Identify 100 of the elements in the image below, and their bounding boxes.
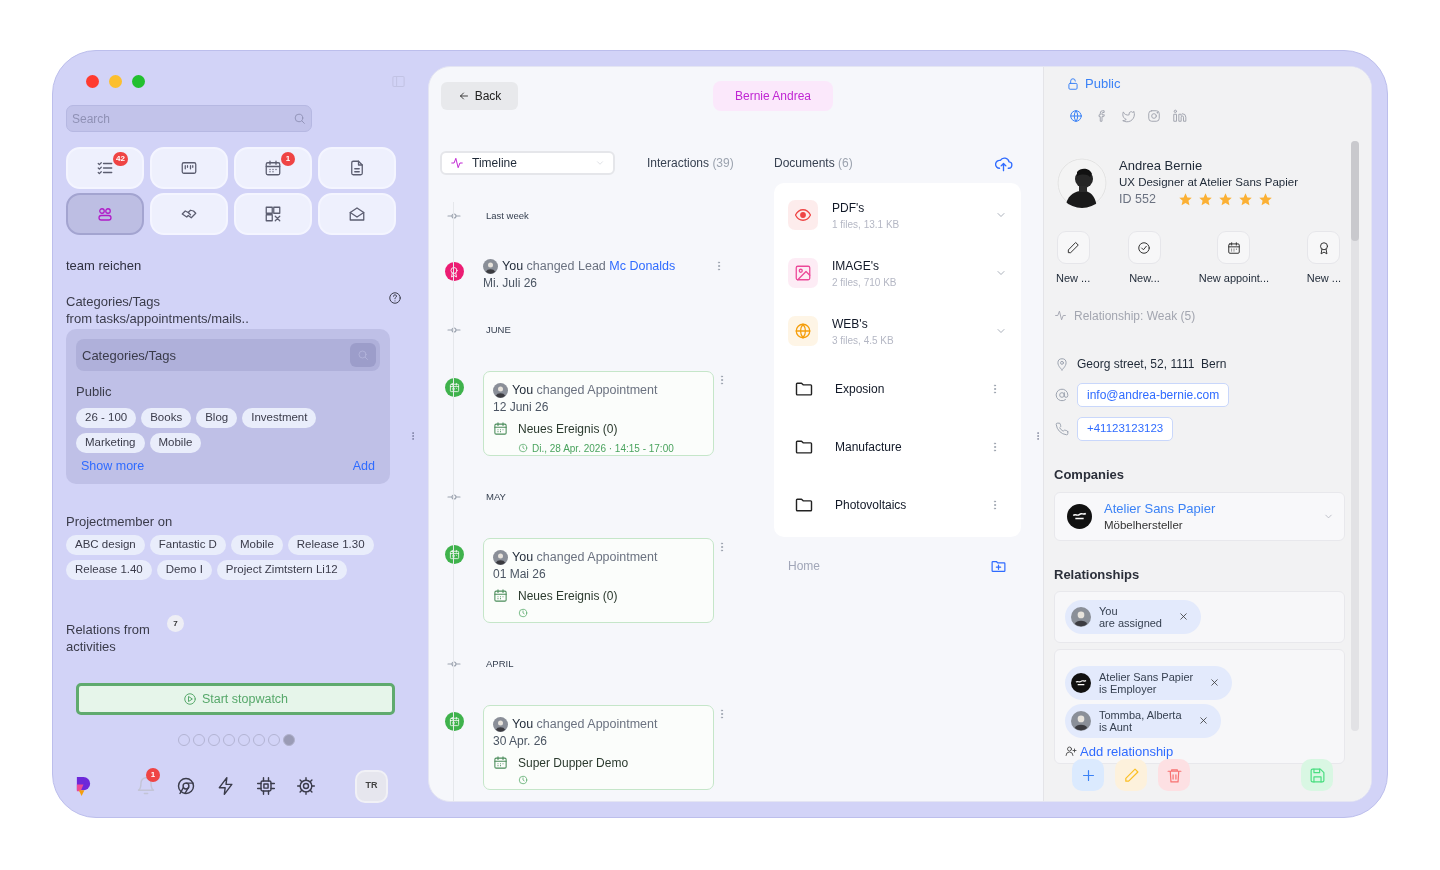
lead-link[interactable]: Mc Donalds <box>609 259 676 273</box>
interactions-tab[interactable]: Interactions (39) <box>647 154 734 172</box>
nav-button[interactable]: 42 <box>66 147 144 189</box>
folder-icon <box>794 495 814 515</box>
back-button[interactable]: Back <box>441 82 518 110</box>
twitter-icon[interactable] <box>1121 109 1135 123</box>
minimize-window-button[interactable] <box>109 74 122 88</box>
file-group-name[interactable]: WEB's <box>832 314 995 333</box>
tag-chip[interactable]: Blog <box>196 407 238 428</box>
activity-icon <box>450 156 464 170</box>
chip-icon[interactable] <box>256 776 276 796</box>
linkedin-icon[interactable] <box>1173 109 1187 123</box>
scrollbar[interactable] <box>1351 141 1359 731</box>
browser-icon[interactable] <box>176 776 196 796</box>
folder-icon <box>794 379 814 399</box>
help-icon[interactable] <box>388 291 402 305</box>
tag-chip[interactable]: 26 - 100 <box>76 407 137 428</box>
timeline-date: 01 Mai 26 <box>493 566 547 581</box>
save-icon <box>1308 766 1326 784</box>
phone-link[interactable]: +41123123123 <box>1077 416 1174 441</box>
instagram-icon[interactable] <box>1147 109 1161 123</box>
avatar-icon <box>493 382 508 398</box>
close-icon[interactable] <box>1209 677 1221 688</box>
email-link[interactable]: info@andrea-bernie.com <box>1077 382 1230 407</box>
file-group-name[interactable]: IMAGE's <box>832 256 995 275</box>
company-type: Möbelhersteller <box>1104 517 1184 533</box>
tag-chip[interactable]: Mobile <box>149 432 202 453</box>
quick-action-label: New ... <box>1306 271 1341 286</box>
event-title: Super Dupper Demo <box>518 754 629 772</box>
activity-icon <box>1054 309 1067 322</box>
event-title: Neues Ereignis (0) <box>518 420 619 438</box>
timeline-select[interactable]: Timeline <box>440 151 615 175</box>
file-group-meta: 1 files, 13.1 KB <box>832 217 901 232</box>
board-icon <box>180 159 198 177</box>
company-name[interactable]: Atelier Sans Papier <box>1104 500 1323 517</box>
relationship-chip[interactable]: You are assigned <box>1065 599 1201 634</box>
address-text: Georg street, 52, 1111 Bern <box>1077 355 1227 373</box>
quick-action-button[interactable] <box>1307 231 1341 264</box>
quick-action-button[interactable] <box>1127 231 1161 264</box>
relationship-chip[interactable]: Tommba, Alberta is Aunt <box>1065 703 1221 738</box>
project-chip[interactable]: Release 1.40 <box>66 560 152 580</box>
folder-name[interactable]: Photovoltaics <box>835 496 989 514</box>
logo-icon <box>1067 504 1092 529</box>
relationship-strength: Relationship: Weak (5) <box>1074 307 1196 325</box>
close-icon[interactable] <box>1197 715 1209 726</box>
close-window-button[interactable] <box>86 74 99 88</box>
company-card[interactable]: Atelier Sans Papier Möbelhersteller <box>1054 492 1345 541</box>
delete-button[interactable] <box>1158 759 1190 791</box>
edit-button[interactable] <box>1115 759 1147 791</box>
project-chip[interactable]: ABC design <box>66 535 145 555</box>
folder-name[interactable]: Manufacture <box>835 438 989 456</box>
project-chip[interactable]: Release 1.30 <box>287 535 374 555</box>
tag-search-field[interactable]: Categories/Tags <box>76 339 380 371</box>
project-chip[interactable]: Project Zimtstern Li12 <box>216 560 347 580</box>
bell-icon[interactable] <box>136 776 156 796</box>
calendar-icon <box>264 159 282 177</box>
calendar-icon <box>493 420 508 436</box>
folder-name[interactable]: Exposion <box>835 380 989 398</box>
maximize-window-button[interactable] <box>132 74 145 88</box>
quick-action-button[interactable] <box>1217 231 1251 264</box>
documents-title: Documents (6) <box>774 155 854 172</box>
star-icon <box>1177 192 1193 207</box>
avatar-icon <box>1071 710 1091 731</box>
settings-icon[interactable] <box>296 776 316 796</box>
star-icon <box>1237 192 1253 207</box>
file-group-name[interactable]: PDF's <box>832 198 995 217</box>
relationship-chip[interactable]: Atelier Sans Papier is Employer <box>1065 665 1233 700</box>
project-chip[interactable]: Demo I <box>156 560 212 580</box>
add-button[interactable] <box>1072 759 1104 791</box>
trash-icon <box>1165 766 1183 784</box>
phone-icon <box>1055 421 1069 436</box>
close-icon[interactable] <box>1178 611 1189 622</box>
user-avatar-button[interactable]: TR <box>355 769 388 803</box>
calendar-icon <box>493 587 508 603</box>
play-icon <box>182 692 197 706</box>
pencil-icon <box>1066 240 1081 255</box>
section-title: Relations from activities <box>66 621 151 655</box>
project-chip[interactable]: Mobile <box>230 535 283 555</box>
section-subtitle: from tasks/appointments/mails.. <box>66 310 249 327</box>
timeline-group-label: Last week <box>486 208 529 223</box>
relationship-role: is Employer <box>1099 682 1158 695</box>
calendar-icon <box>448 716 460 727</box>
globe-icon[interactable] <box>1069 109 1083 123</box>
relationship-name: You <box>1099 604 1119 617</box>
nav-button[interactable] <box>66 193 144 235</box>
tag-chip[interactable]: Books <box>141 407 192 428</box>
tag-chip[interactable]: Marketing <box>76 432 145 453</box>
quick-action-label: New ... <box>1056 271 1091 286</box>
calendar-icon <box>448 382 460 393</box>
nav-button[interactable]: 1 <box>234 147 312 189</box>
people-icon <box>96 205 114 223</box>
scrollbar-thumb[interactable] <box>1351 141 1359 241</box>
add-user-icon <box>1065 745 1077 758</box>
contact-name-badge: Bernie Andrea <box>713 81 833 111</box>
project-chip[interactable]: Fantastic D <box>149 535 226 555</box>
add-relationship-link[interactable]: Add relationship <box>1065 741 1334 761</box>
file-group-meta: 3 files, 4.5 KB <box>832 333 895 348</box>
tag-chip[interactable]: Investment <box>242 407 317 428</box>
relationship-name: Atelier Sans Papier <box>1099 670 1194 683</box>
save-button[interactable] <box>1301 759 1333 791</box>
